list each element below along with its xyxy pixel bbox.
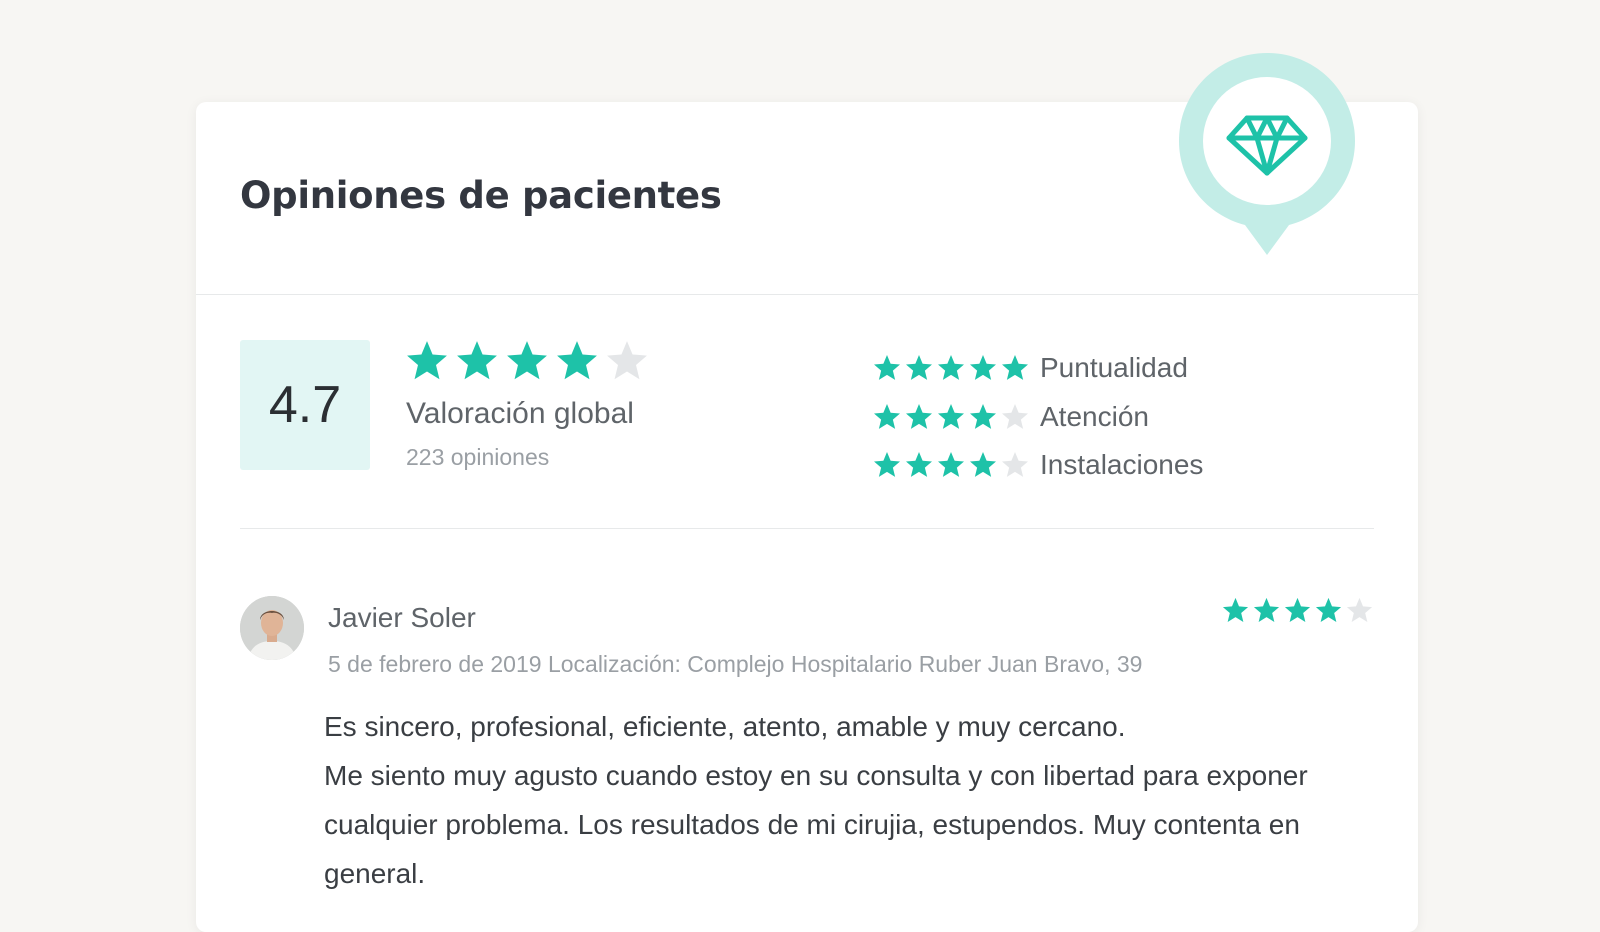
star-filled-icon [938, 452, 964, 478]
star-filled-icon [874, 403, 900, 429]
star-filled-icon [938, 403, 964, 429]
page-title: Opiniones de pacientes [240, 174, 722, 217]
section-divider [240, 528, 1374, 529]
review-star-rating [1221, 596, 1374, 625]
overall-star-rating [404, 338, 650, 384]
star-filled-icon [906, 403, 932, 429]
diamond-badge [1177, 51, 1357, 257]
reviewer-photo [240, 596, 304, 660]
star-empty-icon [607, 341, 647, 380]
star-filled-icon [507, 341, 547, 380]
category-label: Puntualidad [1040, 352, 1188, 384]
star-filled-icon [1002, 355, 1028, 381]
star-filled-icon [557, 341, 597, 380]
star-filled-icon [970, 355, 996, 381]
category-row-instalaciones: Instalaciones [872, 441, 1203, 490]
review-text: Es sincero, profesional, eficiente, aten… [324, 702, 1374, 898]
star-filled-icon [457, 341, 497, 380]
star-filled-icon [874, 355, 900, 381]
header-divider [196, 294, 1418, 295]
star-filled-icon [1315, 597, 1342, 622]
star-filled-icon [906, 452, 932, 478]
category-star-rating [872, 450, 1040, 480]
overall-rating-label: Valoración global [406, 397, 634, 430]
star-filled-icon [970, 452, 996, 478]
star-filled-icon [874, 452, 900, 478]
star-filled-icon [938, 355, 964, 381]
overall-score: 4.7 [240, 340, 370, 470]
star-empty-icon [1002, 452, 1028, 478]
star-filled-icon [970, 403, 996, 429]
star-filled-icon [1222, 597, 1249, 622]
star-empty-icon [1346, 597, 1373, 622]
diamond-icon [1179, 53, 1355, 255]
review-line: Me siento muy agusto cuando estoy en su … [324, 760, 1308, 889]
review-meta: 5 de febrero de 2019 Localización: Compl… [328, 651, 1143, 677]
category-label: Atención [1040, 400, 1149, 432]
category-star-rating [872, 353, 1040, 383]
star-empty-icon [1002, 403, 1028, 429]
star-filled-icon [1284, 597, 1311, 622]
star-filled-icon [1253, 597, 1280, 622]
category-label: Instalaciones [1040, 449, 1204, 481]
reviews-card: Opiniones de pacientes 4.7 Valoración gl… [196, 53, 1418, 932]
review-line: Es sincero, profesional, eficiente, aten… [324, 711, 1126, 742]
star-filled-icon [407, 341, 447, 380]
avatar[interactable] [240, 596, 304, 660]
star-filled-icon [906, 355, 932, 381]
category-row-puntualidad: Puntualidad [872, 344, 1203, 393]
reviewer-name[interactable]: Javier Soler [328, 602, 476, 634]
category-star-rating [872, 402, 1040, 432]
category-ratings: Puntualidad Atención Instalaciones [872, 344, 1203, 490]
category-row-atencion: Atención [872, 393, 1203, 442]
opinions-count[interactable]: 223 opiniones [406, 444, 549, 471]
